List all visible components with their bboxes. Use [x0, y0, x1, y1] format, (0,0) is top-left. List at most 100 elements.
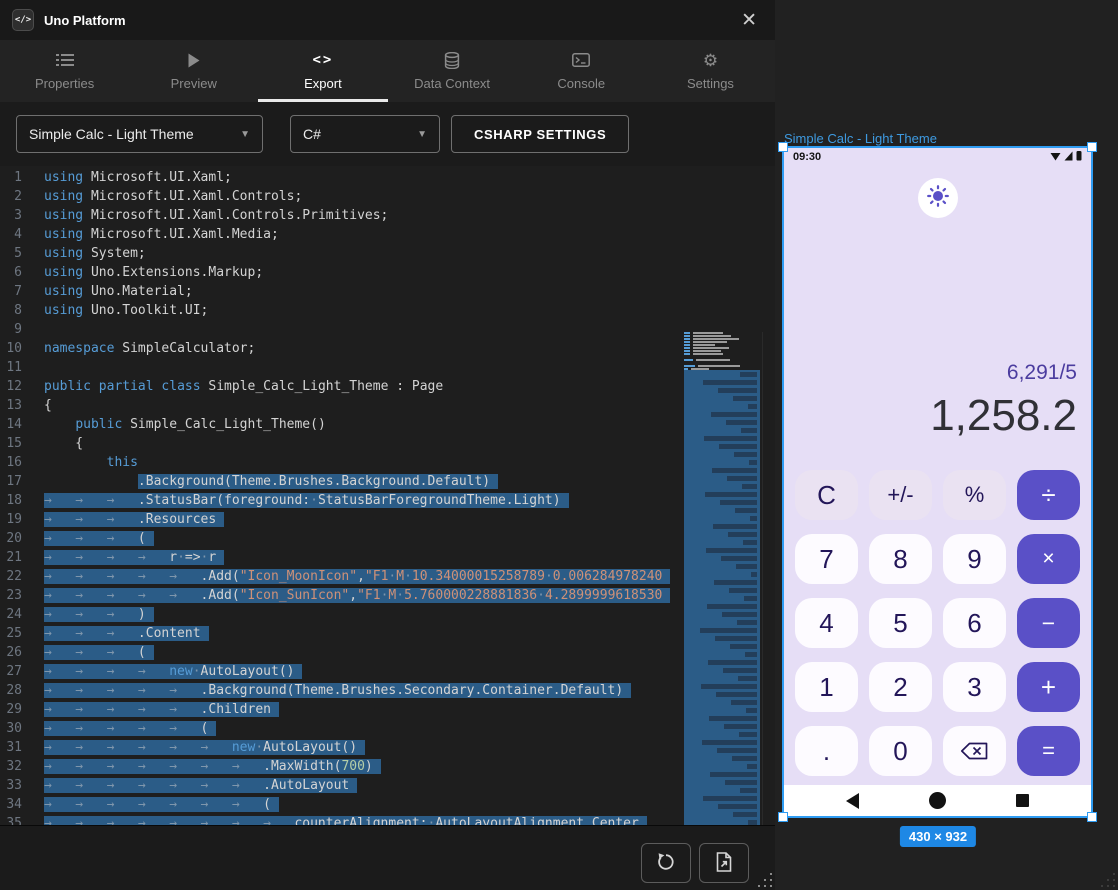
database-icon — [444, 52, 460, 69]
selection-handle[interactable] — [778, 812, 788, 822]
code-line[interactable]: 13{ — [0, 396, 672, 415]
scrollbar-track[interactable] — [762, 332, 763, 825]
key-plus-minus[interactable]: +/- — [869, 470, 932, 520]
code-line[interactable]: 29→ → → → → .Children — [0, 700, 672, 719]
code-line[interactable]: 8using Uno.Toolkit.UI; — [0, 301, 672, 320]
key-6[interactable]: 6 — [943, 598, 1006, 648]
code-line[interactable]: 28→ → → → → .Background(Theme.Brushes.Se… — [0, 681, 672, 700]
code-line[interactable]: 6using Uno.Extensions.Markup; — [0, 263, 672, 282]
tab-label: Properties — [35, 76, 94, 91]
code-line[interactable]: 1using Microsoft.UI.Xaml; — [0, 168, 672, 187]
key-backspace[interactable] — [943, 726, 1006, 776]
code-line[interactable]: 14 public Simple_Calc_Light_Theme() — [0, 415, 672, 434]
code-line[interactable]: 35→ → → → → → → → counterAlignment:·Auto… — [0, 814, 672, 825]
language-select[interactable]: C# ▼ — [290, 115, 440, 153]
code-line[interactable]: 21→ → → → r·=>·r — [0, 548, 672, 567]
theme-select[interactable]: Simple Calc - Light Theme ▼ — [16, 115, 263, 153]
selection-handle[interactable] — [1087, 812, 1097, 822]
export-file-button[interactable] — [699, 843, 749, 883]
code-line[interactable]: 20→ → → ( — [0, 529, 672, 548]
key-decimal[interactable]: . — [795, 726, 858, 776]
back-icon[interactable] — [846, 793, 859, 809]
code-line[interactable]: 15 { — [0, 434, 672, 453]
key-add[interactable]: + — [1017, 662, 1080, 712]
calculator-keypad: C+/-%÷ 789× 456− 123+.0 = — [795, 470, 1080, 776]
code-line[interactable]: 5using System; — [0, 244, 672, 263]
code-line[interactable]: 19→ → → .Resources — [0, 510, 672, 529]
code-editor[interactable]: 1using Microsoft.UI.Xaml;2using Microsof… — [0, 166, 775, 825]
tab-preview[interactable]: Preview — [129, 40, 258, 102]
key-0[interactable]: 0 — [869, 726, 932, 776]
minimap[interactable] — [684, 332, 760, 825]
code-line[interactable]: 25→ → → .Content — [0, 624, 672, 643]
code-line[interactable]: 23→ → → → → .Add("Icon_SunIcon","F1·M·5.… — [0, 586, 672, 605]
tab-export[interactable]: <>Export — [258, 40, 387, 102]
tab-label: Console — [557, 76, 605, 91]
sun-icon — [927, 185, 949, 212]
code-line[interactable]: 26→ → → ( — [0, 643, 672, 662]
tab-label: Settings — [687, 76, 734, 91]
code-line[interactable]: 24→ → → ) — [0, 605, 672, 624]
tab-properties[interactable]: Properties — [0, 40, 129, 102]
key-8[interactable]: 8 — [869, 534, 932, 584]
code-line[interactable]: 7using Uno.Material; — [0, 282, 672, 301]
phone-preview-frame[interactable]: 09:30 6,291/5 1,258.2 C+/-%÷ 789× 456− 123+… — [782, 146, 1093, 818]
code-line[interactable]: 27→ → → → new·AutoLayout() — [0, 662, 672, 681]
csharp-settings-button[interactable]: CSHARP SETTINGS — [451, 115, 629, 153]
key-percent[interactable]: % — [943, 470, 1006, 520]
display-expression: 6,291/5 — [930, 361, 1077, 385]
code-line[interactable]: 12public partial class Simple_Calc_Light… — [0, 377, 672, 396]
minimap-selection[interactable] — [684, 370, 760, 825]
android-nav-bar — [784, 785, 1091, 816]
key-2[interactable]: 2 — [869, 662, 932, 712]
code-line[interactable]: 18→ → → .StatusBar(foreground:·StatusBar… — [0, 491, 672, 510]
selection-handle[interactable] — [778, 142, 788, 152]
key-9[interactable]: 9 — [943, 534, 1006, 584]
code-line[interactable]: 33→ → → → → → → .AutoLayout — [0, 776, 672, 795]
selection-handle[interactable] — [1087, 142, 1097, 152]
theme-toggle-button[interactable] — [918, 178, 958, 218]
code-line[interactable]: 11 — [0, 358, 672, 377]
key-equals[interactable]: = — [1017, 726, 1080, 776]
home-icon[interactable] — [929, 792, 946, 809]
key-1[interactable]: 1 — [795, 662, 858, 712]
code-line[interactable]: 17 .Background(Theme.Brushes.Background.… — [0, 472, 672, 491]
code-lines[interactable]: 1using Microsoft.UI.Xaml;2using Microsof… — [0, 168, 672, 825]
key-5[interactable]: 5 — [869, 598, 932, 648]
resize-grip[interactable] — [758, 873, 772, 887]
code-line[interactable]: 34→ → → → → → → ( — [0, 795, 672, 814]
key-subtract[interactable]: − — [1017, 598, 1080, 648]
recents-icon[interactable] — [1016, 794, 1029, 807]
calculator-display: 6,291/5 1,258.2 — [930, 361, 1077, 438]
tab-data-context[interactable]: Data Context — [388, 40, 517, 102]
gear-icon: ⚙ — [703, 52, 718, 69]
display-result: 1,258.2 — [930, 394, 1077, 438]
code-line[interactable]: 10namespace SimpleCalculator; — [0, 339, 672, 358]
title-bar: </> Uno Platform ✕ — [0, 0, 775, 40]
export-toolbar: Simple Calc - Light Theme ▼ C# ▼ CSHARP … — [0, 102, 775, 166]
code-line[interactable]: 3using Microsoft.UI.Xaml.Controls.Primit… — [0, 206, 672, 225]
key-7[interactable]: 7 — [795, 534, 858, 584]
code-line[interactable]: 9 — [0, 320, 672, 339]
code-line[interactable]: 16 this — [0, 453, 672, 472]
close-icon[interactable]: ✕ — [735, 9, 763, 32]
key-divide[interactable]: ÷ — [1017, 470, 1080, 520]
status-time: 09:30 — [793, 151, 821, 163]
tab-settings[interactable]: ⚙ Settings — [646, 40, 775, 102]
window-title: Uno Platform — [44, 13, 126, 28]
code-line[interactable]: 22→ → → → → .Add("Icon_MoonIcon","F1·M·1… — [0, 567, 672, 586]
preview-frame-label[interactable]: Simple Calc - Light Theme — [784, 131, 937, 146]
code-line[interactable]: 30→ → → → → ( — [0, 719, 672, 738]
key-3[interactable]: 3 — [943, 662, 1006, 712]
refresh-button[interactable] — [641, 843, 691, 883]
battery-icon — [1076, 150, 1082, 164]
key-multiply[interactable]: × — [1017, 534, 1080, 584]
key-clear[interactable]: C — [795, 470, 858, 520]
code-line[interactable]: 2using Microsoft.UI.Xaml.Controls; — [0, 187, 672, 206]
resize-grip[interactable] — [1101, 873, 1115, 887]
code-line[interactable]: 4using Microsoft.UI.Xaml.Media; — [0, 225, 672, 244]
code-line[interactable]: 31→ → → → → → new·AutoLayout() — [0, 738, 672, 757]
key-4[interactable]: 4 — [795, 598, 858, 648]
tab-console[interactable]: Console — [517, 40, 646, 102]
code-line[interactable]: 32→ → → → → → → .MaxWidth(700) — [0, 757, 672, 776]
